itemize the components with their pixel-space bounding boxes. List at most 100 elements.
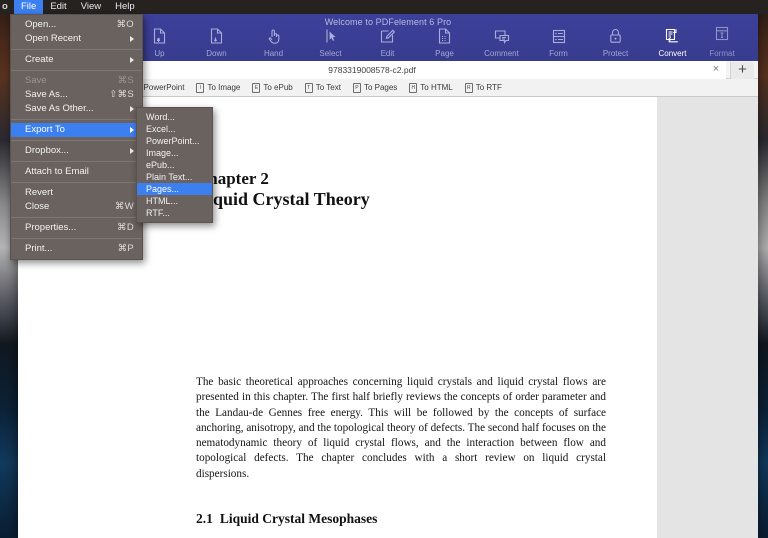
menu-label-attach-to-email: Attach to Email	[25, 166, 89, 177]
submenu-item-excel[interactable]: Excel...	[137, 123, 212, 135]
menu-separator	[11, 140, 142, 141]
submenu-item-powerpoint[interactable]: PowerPoint...	[137, 135, 212, 147]
menubar-item-edit[interactable]: Edit	[43, 0, 73, 14]
menu-item-export-to[interactable]: Export To	[11, 123, 142, 137]
menu-item-create[interactable]: Create	[11, 53, 142, 67]
menu-item-close[interactable]: Close ⌘W	[11, 200, 142, 214]
toolbar-button-select[interactable]: Select	[302, 26, 359, 58]
section-number: 2.1	[196, 511, 213, 526]
submenu-item-plain-text[interactable]: Plain Text...	[137, 171, 212, 183]
cursor-select-icon	[324, 26, 337, 46]
export-to-submenu: Word... Excel... PowerPoint... Image... …	[136, 107, 213, 223]
form-icon	[552, 26, 566, 46]
ribbon-button-to-text[interactable]: T To Text	[300, 80, 346, 96]
ribbon-label-to-pages: To Pages	[363, 83, 398, 92]
toolbar-button-page[interactable]: Page	[416, 26, 473, 58]
toolbar-button-comment[interactable]: Comment	[473, 26, 530, 58]
ribbon-label-to-html: To HTML	[420, 83, 453, 92]
ribbon-label-to-text: To Text	[315, 83, 341, 92]
submenu-item-word[interactable]: Word...	[137, 111, 212, 123]
toolbar-button-group: Up Down Hand Select Edit Page Comment Fo…	[131, 26, 701, 58]
ribbon-button-to-pages[interactable]: P To Pages	[348, 80, 402, 96]
menu-separator	[11, 49, 142, 50]
menu-item-save-as[interactable]: Save As... ⇧⌘S	[11, 88, 142, 102]
toolbar-button-down[interactable]: Down	[188, 26, 245, 58]
submenu-item-pages[interactable]: Pages...	[137, 183, 212, 195]
chapter-abstract: The basic theoretical approaches concern…	[196, 376, 606, 480]
menu-label-export-to: Export To	[25, 124, 65, 135]
menu-label-save: Save	[25, 75, 47, 86]
menu-item-save-as-other[interactable]: Save As Other...	[11, 102, 142, 116]
menu-label-save-as: Save As...	[25, 89, 68, 100]
submenu-item-html[interactable]: HTML...	[137, 195, 212, 207]
menu-separator	[11, 238, 142, 239]
menu-separator	[11, 161, 142, 162]
menu-item-properties[interactable]: Properties... ⌘D	[11, 221, 142, 235]
menubar-item-view[interactable]: View	[74, 0, 108, 14]
file-dropdown-menu: Open... ⌘O Open Recent Create Save ⌘S Sa…	[10, 14, 143, 260]
page-down-icon	[210, 26, 223, 46]
convert-icon	[665, 26, 680, 46]
menu-label-open-recent: Open Recent	[25, 33, 81, 44]
toolbar-label-convert: Convert	[658, 49, 687, 58]
menu-label-print: Print...	[25, 243, 53, 254]
menu-item-revert[interactable]: Revert	[11, 186, 142, 200]
ribbon-button-to-html[interactable]: H To HTML	[404, 80, 457, 96]
toolbar-button-form[interactable]: Form	[530, 26, 587, 58]
file-text-icon: T	[304, 82, 313, 93]
toolbar-label-protect: Protect	[602, 49, 629, 58]
menu-item-print[interactable]: Print... ⌘P	[11, 242, 142, 256]
menu-shortcut-print: ⌘P	[117, 243, 134, 254]
file-pages-icon: P	[352, 82, 361, 93]
menu-item-open-recent[interactable]: Open Recent	[11, 32, 142, 46]
ribbon-button-to-epub[interactable]: E To ePub	[247, 80, 297, 96]
menubar-item-file[interactable]: File	[14, 0, 44, 14]
page-up-icon	[153, 26, 166, 46]
close-tab-icon[interactable]: ×	[710, 64, 722, 76]
submenu-item-image[interactable]: Image...	[137, 147, 212, 159]
menu-shortcut-properties: ⌘D	[117, 222, 134, 233]
menu-shortcut-open: ⌘O	[116, 19, 134, 30]
toolbar-label-page: Page	[435, 49, 454, 58]
macos-menu-bar: o File Edit View Help	[0, 0, 768, 14]
hand-icon	[267, 26, 281, 46]
menu-item-attach-to-email[interactable]: Attach to Email	[11, 165, 142, 179]
menu-shortcut-save: ⌘S	[117, 75, 134, 86]
menu-item-open[interactable]: Open... ⌘O	[11, 18, 142, 32]
menu-separator	[11, 119, 142, 120]
submenu-item-rtf[interactable]: RTF...	[137, 207, 212, 219]
menubar-item-help[interactable]: Help	[108, 0, 142, 14]
submenu-item-epub[interactable]: ePub...	[137, 159, 212, 171]
toolbar-button-edit[interactable]: Edit	[359, 26, 416, 58]
menu-label-close: Close	[25, 201, 50, 212]
submenu-arrow-icon	[130, 57, 134, 63]
submenu-arrow-icon	[130, 148, 134, 154]
toolbar-button-protect[interactable]: Protect	[587, 26, 644, 58]
toolbar-label-comment: Comment	[484, 49, 519, 58]
section-heading: 2.1 Liquid Crystal Mesophases	[196, 511, 377, 527]
comment-icon	[494, 26, 510, 46]
menu-item-dropbox[interactable]: Dropbox...	[11, 144, 142, 158]
menubar-app-name[interactable]: o	[0, 0, 14, 14]
toolbar-label-hand: Hand	[263, 49, 284, 58]
menu-separator	[11, 182, 142, 183]
submenu-arrow-icon	[130, 36, 134, 42]
page-grid-icon	[438, 26, 451, 46]
toolbar-label-form: Form	[549, 49, 568, 58]
menu-label-properties: Properties...	[25, 222, 77, 233]
new-tab-icon[interactable]: +	[730, 62, 754, 79]
ribbon-button-to-rtf[interactable]: R To RTF	[460, 80, 507, 96]
toolbar-button-hand[interactable]: Hand	[245, 26, 302, 58]
lock-icon	[609, 26, 622, 46]
format-panel-icon	[715, 26, 729, 46]
menu-label-open: Open...	[25, 19, 57, 30]
submenu-arrow-icon	[130, 127, 134, 133]
toolbar-button-convert[interactable]: Convert	[644, 26, 701, 58]
menu-separator	[11, 70, 142, 71]
file-image-icon: I	[196, 82, 205, 93]
ribbon-label-to-epub: To ePub	[263, 83, 293, 92]
toolbar-button-format[interactable]: Format	[698, 26, 746, 58]
section-title: Liquid Crystal Mesophases	[219, 511, 378, 526]
ribbon-button-to-image[interactable]: I To Image	[191, 80, 245, 96]
file-rtf-icon: R	[464, 82, 473, 93]
